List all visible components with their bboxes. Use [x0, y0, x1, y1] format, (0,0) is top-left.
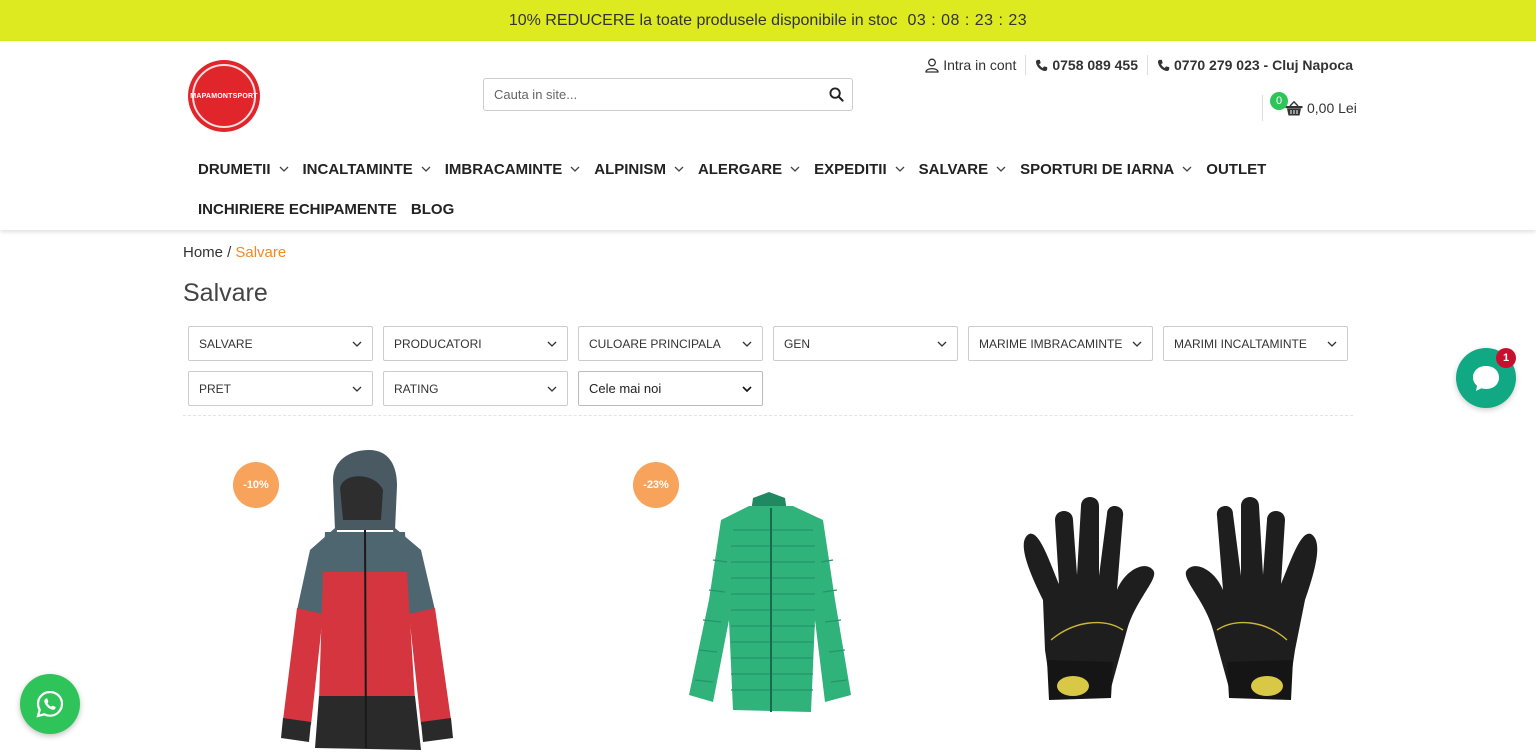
page-title: Salvare	[183, 279, 268, 307]
nav-item-incaltaminte[interactable]: INCALTAMINTE	[303, 158, 431, 180]
logo[interactable]: MAPAMONTSPORT	[188, 60, 260, 132]
site-header: MAPAMONTSPORT Intra in cont 0758 089 455	[0, 41, 1536, 230]
product-card[interactable]	[1015, 450, 1318, 754]
promo-countdown: 03 : 08 : 23 : 23	[907, 11, 1028, 29]
discount-badge: -10%	[233, 462, 279, 508]
nav-item-label: BLOG	[410, 200, 455, 218]
nav-item-alergare[interactable]: ALERGARE	[698, 158, 800, 180]
nav-item-sporturi-de-iarna[interactable]: SPORTURI DE IARNA	[1020, 158, 1192, 180]
phone-number-1: 0758 089 455	[1052, 57, 1138, 73]
chevron-down-icon	[421, 166, 431, 172]
chevron-down-icon	[1327, 341, 1337, 347]
breadcrumb: Home / Salvare	[183, 244, 286, 261]
chevron-down-icon	[937, 341, 947, 347]
chevron-down-icon	[352, 341, 362, 347]
chat-icon	[1473, 366, 1499, 391]
main-nav-row-2: INCHIRIERE ECHIPAMENTE BLOG	[198, 198, 468, 220]
filter-label: PRODUCATORI	[394, 336, 482, 351]
search-icon	[828, 87, 844, 102]
user-icon	[925, 58, 939, 73]
top-links: Intra in cont 0758 089 455 0770 279 023 …	[916, 55, 1353, 75]
chevron-down-icon	[547, 386, 557, 392]
filter-rating[interactable]: RATING	[383, 371, 568, 406]
phone-link-1[interactable]: 0758 089 455	[1025, 55, 1147, 75]
chevron-down-icon	[279, 166, 288, 172]
nav-item-salvare[interactable]: SALVARE	[919, 158, 1006, 180]
phone-icon	[1157, 59, 1170, 71]
breadcrumb-home[interactable]: Home /	[183, 244, 231, 261]
cart-widget[interactable]: 0 0,00 Lei	[1262, 92, 1357, 121]
filter-label: GEN	[784, 336, 811, 351]
sort-select[interactable]: Cele mai noi	[578, 371, 763, 406]
filter-producatori[interactable]: PRODUCATORI	[383, 326, 568, 361]
filter-salvare[interactable]: SALVARE	[188, 326, 373, 361]
nav-item-expeditii[interactable]: EXPEDITII	[814, 158, 905, 180]
filter-pret[interactable]: PRET	[188, 371, 373, 406]
nav-item-label: IMBRACAMINTE	[444, 160, 563, 178]
main-nav-row-1: DRUMETII INCALTAMINTE IMBRACAMINTE ALPIN…	[198, 158, 1280, 180]
chevron-down-icon	[674, 166, 684, 172]
phone-number-2: 0770 279 023 - Cluj Napoca	[1174, 57, 1353, 73]
filter-label: MARIME IMBRACAMINTE	[979, 336, 1123, 351]
filter-label: PRET	[199, 381, 232, 396]
chevron-down-icon	[547, 341, 557, 347]
nav-item-label: EXPEDITII	[814, 160, 887, 178]
nav-item-outlet[interactable]: OUTLET	[1206, 158, 1266, 180]
nav-item-alpinism[interactable]: ALPINISM	[594, 158, 684, 180]
chevron-down-icon	[570, 166, 580, 172]
filter-divider	[183, 415, 1353, 416]
logo-ring: MAPAMONTSPORT	[190, 64, 258, 128]
product-card[interactable]: -23%	[625, 450, 925, 754]
cart-count-badge: 0	[1270, 92, 1288, 110]
nav-item-label: ALPINISM	[594, 160, 666, 178]
whatsapp-button[interactable]	[20, 674, 80, 734]
account-label: Intra in cont	[943, 57, 1017, 73]
filter-label: CULOARE PRINCIPALA	[589, 336, 721, 351]
chevron-down-icon	[742, 385, 752, 392]
product-image[interactable]	[1015, 450, 1325, 754]
chat-unread-badge: 1	[1496, 348, 1516, 368]
search-input[interactable]	[484, 79, 820, 110]
filter-label: RATING	[394, 381, 439, 396]
nav-item-label: INCALTAMINTE	[302, 160, 413, 178]
chevron-down-icon	[790, 166, 800, 172]
nav-item-label: INCHIRIERE ECHIPAMENTE	[198, 200, 397, 218]
nav-item-label: SALVARE	[918, 160, 989, 178]
discount-badge: -23%	[633, 462, 679, 508]
nav-item-label: SPORTURI DE IARNA	[1020, 160, 1175, 178]
filter-gen[interactable]: GEN	[773, 326, 958, 361]
filter-marimi-incaltaminte[interactable]: MARIMI INCALTAMINTE	[1163, 326, 1348, 361]
filter-label: SALVARE	[199, 336, 253, 351]
chevron-down-icon	[996, 166, 1006, 172]
chevron-down-icon	[1182, 166, 1192, 172]
search-box	[483, 78, 853, 111]
chevron-down-icon	[1132, 341, 1142, 347]
logo-text: MAPAMONTSPORT	[190, 92, 258, 100]
promo-text: 10% REDUCERE la toate produsele disponib…	[508, 11, 898, 29]
filter-marime-imbracaminte[interactable]: MARIME IMBRACAMINTE	[968, 326, 1153, 361]
whatsapp-icon	[36, 690, 64, 718]
nav-item-label: ALERGARE	[697, 160, 783, 178]
cart-total: 0,00 Lei	[1307, 100, 1357, 116]
chevron-down-icon	[895, 166, 905, 172]
filter-culoare-principala[interactable]: CULOARE PRINCIPALA	[578, 326, 763, 361]
filter-label: MARIMI INCALTAMINTE	[1174, 336, 1307, 351]
search-button[interactable]	[820, 79, 852, 110]
chevron-down-icon	[742, 341, 752, 347]
phone-link-2[interactable]: 0770 279 023 - Cluj Napoca	[1147, 55, 1353, 75]
promo-bar: 10% REDUCERE la toate produsele disponib…	[0, 0, 1536, 41]
nav-item-imbracaminte[interactable]: IMBRACAMINTE	[445, 158, 581, 180]
breadcrumb-current: Salvare	[235, 244, 287, 261]
nav-item-label: DRUMETII	[198, 160, 271, 178]
account-link[interactable]: Intra in cont	[916, 55, 1025, 75]
product-card[interactable]: -10%	[225, 450, 525, 754]
sort-selected-value: Cele mai noi	[589, 381, 662, 396]
phone-icon	[1036, 59, 1048, 71]
nav-item-label: OUTLET	[1206, 160, 1267, 178]
chevron-down-icon	[352, 386, 362, 392]
nav-item-inchiriere-echipamente[interactable]: INCHIRIERE ECHIPAMENTE	[198, 198, 397, 220]
nav-item-drumetii[interactable]: DRUMETII	[198, 158, 289, 180]
nav-item-blog[interactable]: BLOG	[411, 198, 454, 220]
